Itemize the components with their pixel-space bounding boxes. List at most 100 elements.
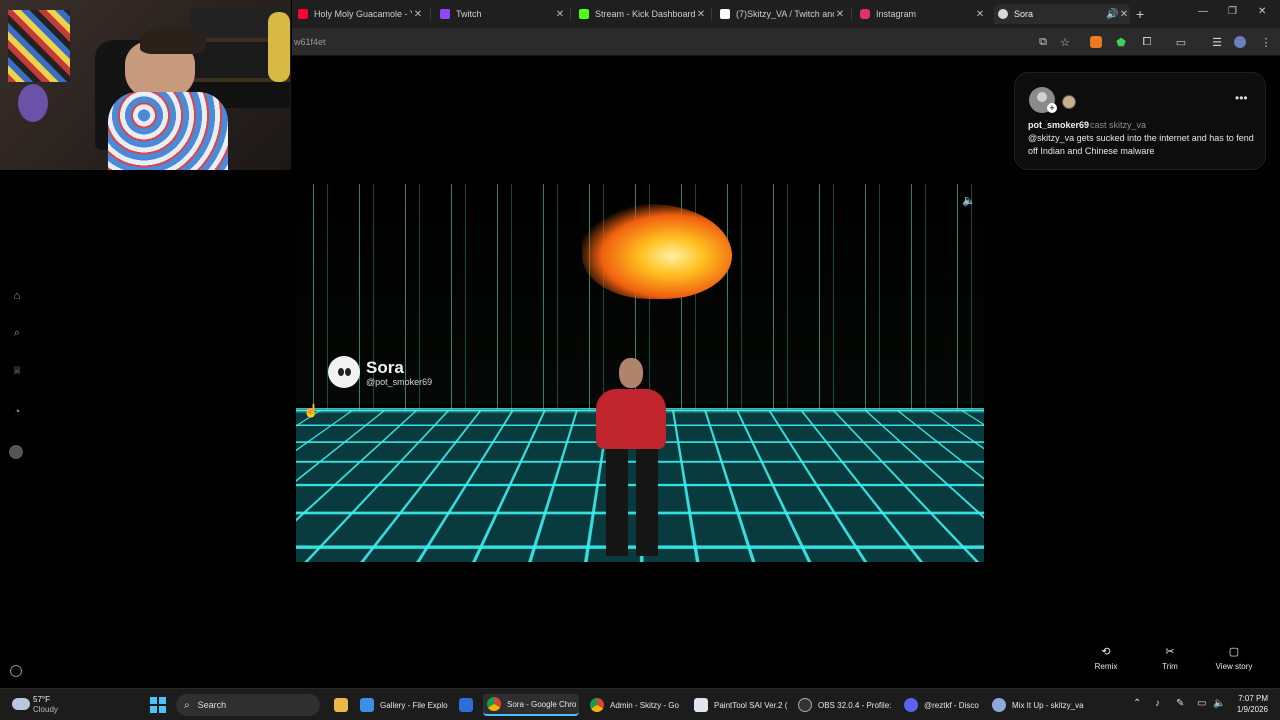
- bookmark-star-icon[interactable]: ☆: [1058, 35, 1072, 49]
- tab-instagram[interactable]: Instagram ✕: [856, 4, 986, 24]
- taskbar-app-label: Mix It Up - skitzy_va: [1012, 700, 1084, 710]
- window-close-button[interactable]: ✕: [1258, 6, 1266, 17]
- speaker-icon[interactable]: 🔊: [1106, 9, 1118, 20]
- profile-avatar-icon[interactable]: [1234, 36, 1246, 48]
- kick-icon: [579, 9, 589, 19]
- close-icon[interactable]: ✕: [834, 9, 846, 20]
- shield-icon[interactable]: ⬟: [1114, 35, 1128, 49]
- taskbar-app-gallery[interactable]: Gallery - File Explo: [356, 694, 448, 716]
- cast-icon[interactable]: ▭: [1174, 35, 1188, 49]
- painttool-icon: [694, 698, 708, 712]
- tab-tiktok[interactable]: (7)Skitzy_VA / Twitch and ✕: [716, 4, 846, 24]
- chrome-icon: [487, 697, 501, 711]
- windows-start-icon[interactable]: [150, 697, 166, 713]
- tab-search-icon[interactable]: ☰: [1210, 35, 1224, 49]
- post-cast-label[interactable]: cast skitzy_va: [1090, 120, 1146, 130]
- webcam-overlay: [0, 0, 292, 170]
- follow-plus-icon[interactable]: +: [1047, 103, 1057, 113]
- taskbar-app-obs[interactable]: OBS 32.0.4 - Profile:: [794, 694, 894, 716]
- taskbar-app-mixitup[interactable]: Mix It Up - skitzy_va: [988, 694, 1086, 716]
- video-dancer-head: [619, 358, 643, 388]
- video-player[interactable]: Sora @pot_smoker69 🔈: [296, 184, 984, 562]
- tab-kick[interactable]: Stream - Kick Dashboard ✕: [575, 4, 707, 24]
- tab-sora[interactable]: Sora 🔊 ✕: [994, 4, 1130, 24]
- taskbar-app-photos[interactable]: [455, 694, 477, 716]
- chevron-up-icon[interactable]: ⌃: [1133, 698, 1141, 709]
- install-app-icon[interactable]: ⧉: [1036, 35, 1050, 49]
- tab-separator: [570, 8, 571, 20]
- webcam-poster: [8, 10, 70, 82]
- close-icon[interactable]: ✕: [695, 9, 707, 20]
- taskbar-app-label: OBS 32.0.4 - Profile:: [818, 700, 892, 710]
- video-watermark-brand: Sora: [366, 358, 404, 377]
- more-options-icon[interactable]: •••: [1235, 91, 1248, 105]
- taskbar-app-painttool[interactable]: PaintTool SAI Ver.2 (: [690, 694, 790, 716]
- tab-twitch[interactable]: Twitch ✕: [436, 4, 566, 24]
- taskbar-app-label: Admin - Skitzy - Go: [610, 700, 679, 710]
- tab-title: Instagram: [876, 9, 917, 19]
- tiktok-icon: [720, 9, 730, 19]
- close-icon[interactable]: ✕: [554, 9, 566, 20]
- profile-icon[interactable]: [9, 445, 23, 459]
- taskbar-app-files[interactable]: [330, 694, 350, 716]
- tab-title: Twitch: [456, 9, 482, 19]
- taskbar-app-admin-chrome[interactable]: Admin - Skitzy - Go: [586, 694, 684, 716]
- taskbar-app-discord[interactable]: @reztkf - Disco: [900, 694, 984, 716]
- search-icon[interactable]: ⌕: [9, 325, 25, 341]
- video-watermark-handle: @pot_smoker69: [366, 377, 433, 387]
- weather-desc[interactable]: Cloudy: [33, 705, 58, 714]
- taskbar-app-label: Sora - Google Chro: [507, 699, 577, 709]
- volume-icon[interactable]: 🔈: [960, 192, 978, 208]
- windows-taskbar: 57°F Cloudy ⌕ Search Gallery - File Expl…: [0, 688, 1280, 720]
- gallery-icon: [360, 698, 374, 712]
- taskbar-app-sora-chrome[interactable]: Sora - Google Chro: [483, 694, 579, 716]
- extensions-puzzle-icon[interactable]: ⧠: [1140, 35, 1154, 49]
- mixitup-icon: [992, 698, 1006, 712]
- weather-temp[interactable]: 57°F: [33, 695, 50, 704]
- webcam-figure: [268, 12, 290, 82]
- trim-button[interactable]: ✂ Trim: [1142, 645, 1198, 671]
- settings-icon[interactable]: [10, 665, 22, 677]
- taskbar-app-label: Gallery - File Explo: [380, 700, 448, 710]
- new-tab-button[interactable]: +: [1136, 6, 1144, 22]
- instagram-icon: [860, 9, 870, 19]
- cloud-icon[interactable]: [12, 698, 30, 710]
- cast-avatar[interactable]: [1062, 95, 1076, 109]
- webcam-plush: [18, 84, 48, 122]
- hand-cursor-icon: ☝: [303, 403, 320, 418]
- minimize-button[interactable]: —: [1198, 6, 1208, 17]
- trophy-icon[interactable]: ♕: [9, 362, 25, 378]
- home-icon[interactable]: ⌂: [9, 288, 25, 304]
- pen-icon[interactable]: ✎: [1176, 698, 1184, 709]
- video-dancer-legs: [606, 446, 658, 556]
- url-text[interactable]: w61f4et: [294, 37, 326, 47]
- remix-button[interactable]: ⟲ Remix: [1078, 645, 1134, 671]
- taskbar-search[interactable]: ⌕ Search: [176, 694, 320, 716]
- extension-orange-icon[interactable]: [1090, 36, 1102, 48]
- close-icon[interactable]: ✕: [1118, 9, 1130, 20]
- view-story-label: View story: [1215, 662, 1253, 671]
- taskbar-app-label: PaintTool SAI Ver.2 (: [714, 700, 788, 710]
- post-username[interactable]: pot_smoker69: [1028, 120, 1089, 130]
- clock-date[interactable]: 1/9/2026: [1224, 705, 1268, 714]
- network-icon[interactable]: ▭: [1197, 698, 1206, 709]
- webcam-hair: [140, 26, 206, 54]
- tab-youtube[interactable]: Holy Moly Guacamole - Y ✕: [294, 4, 424, 24]
- bell-icon[interactable]: ◔: [9, 404, 25, 420]
- sora-icon: [998, 9, 1008, 19]
- maximize-button[interactable]: ❐: [1228, 6, 1237, 17]
- obs-icon: [798, 698, 812, 712]
- microphone-icon[interactable]: ♪: [1155, 698, 1160, 709]
- file-explorer-icon: [334, 698, 348, 712]
- kebab-menu-icon[interactable]: ⋮: [1259, 35, 1273, 49]
- close-icon[interactable]: ✕: [412, 9, 424, 20]
- post-info-card: + ••• pot_smoker69 cast skitzy_va @skitz…: [1014, 72, 1266, 170]
- tab-title: (7)Skitzy_VA / Twitch and: [736, 9, 834, 19]
- close-icon[interactable]: ✕: [974, 9, 986, 20]
- tab-separator: [430, 8, 431, 20]
- clock-time[interactable]: 7:07 PM: [1232, 694, 1268, 703]
- taskbar-search-label: Search: [197, 700, 227, 710]
- tab-title: Holy Moly Guacamole - Y: [314, 9, 412, 19]
- screen: Holy Moly Guacamole - Y ✕ Twitch ✕ Strea…: [0, 0, 1280, 720]
- view-story-button[interactable]: ▢ View story: [1206, 645, 1262, 671]
